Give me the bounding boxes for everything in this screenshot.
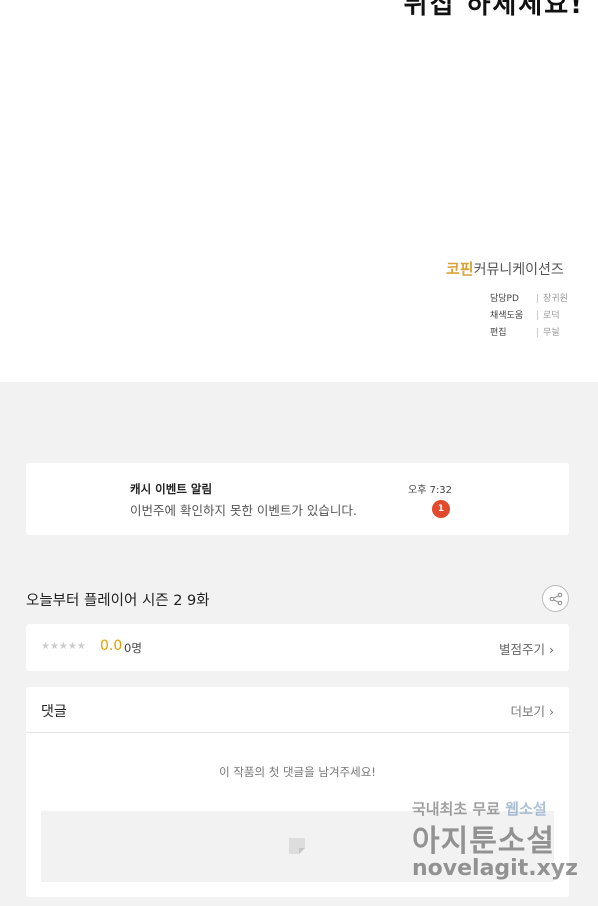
- sticker-icon[interactable]: [287, 836, 307, 856]
- comic-panel: 뒤집 하세세요! 코핀커뮤니케이션즈 담당PD | 장귀원 채색도움 | 로덕 편집 | 무…: [0, 0, 598, 382]
- star-rating: ★★★★★: [41, 641, 86, 652]
- credit-name: 무늴: [543, 328, 560, 338]
- cash-event-notice[interactable]: 캐시 이벤트 알림 이번주에 확인하지 못한 이벤트가 있습니다. 오후 7:3…: [26, 463, 569, 535]
- comic-credits: 코핀커뮤니케이션즈: [446, 258, 586, 279]
- rating-voters: 0명: [124, 641, 142, 655]
- credit-role: 담당PD: [490, 294, 519, 304]
- credit-name: 로덕: [543, 311, 560, 321]
- credit-row: 편집 | 무늴: [490, 325, 560, 338]
- comic-cut-text: 뒤집 하세세요!: [403, 0, 584, 20]
- notice-title: 캐시 이벤트 알림: [130, 482, 213, 496]
- notice-time: 오후 7:32: [408, 485, 453, 496]
- brand-main: 코핀: [446, 260, 474, 278]
- notice-body: 이번주에 확인하지 못한 이벤트가 있습니다.: [130, 503, 357, 518]
- comments-empty-text: 이 작품의 첫 댓글을 남겨주세요!: [219, 765, 376, 779]
- credit-name: 장귀원: [543, 294, 568, 304]
- share-icon: [549, 592, 562, 605]
- credit-role: 편집: [490, 328, 507, 338]
- notice-count-badge: 1: [432, 500, 450, 518]
- rating-bar: ★★★★★ 0.0 0명 별점주기 ›: [26, 624, 569, 671]
- rate-button[interactable]: 별점주기 ›: [499, 639, 554, 658]
- brand-sub: 커뮤니케이션즈: [473, 262, 564, 278]
- divider: [26, 732, 569, 733]
- share-button[interactable]: [542, 585, 569, 612]
- comments-more-link[interactable]: 더보기 ›: [511, 701, 554, 720]
- credits-brand: 코핀커뮤니케이션즈: [446, 258, 586, 279]
- watermark-line3: novelagit.xyz: [412, 856, 578, 881]
- credit-role: 채색도움: [490, 311, 524, 321]
- watermark: 국내최초 무료 웹소설 아지툰소설 novelagit.xyz: [408, 798, 588, 888]
- watermark-line2: 아지툰소설: [412, 824, 555, 859]
- credit-row: 담당PD | 장귀원: [490, 291, 568, 304]
- comments-header: 댓글: [41, 704, 67, 720]
- rating-score: 0.0: [100, 638, 123, 654]
- credit-row: 채색도움 | 로덕: [490, 308, 560, 321]
- episode-title: 오늘부터 플레이어 시즌 2 9화: [26, 593, 210, 609]
